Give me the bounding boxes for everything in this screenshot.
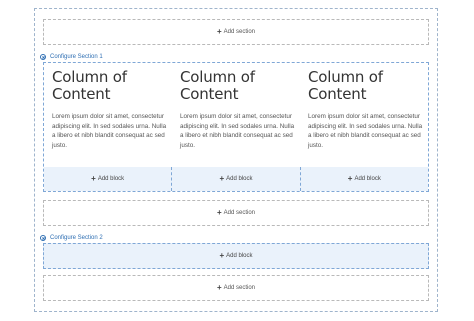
add-block-button-column-1[interactable]: + Add block	[44, 167, 173, 191]
add-block-label: Add block	[354, 176, 381, 182]
close-icon[interactable]	[40, 234, 46, 241]
add-section-label: Add section	[223, 210, 256, 216]
column-text: Lorem ipsum dolor sit amet, consectetur …	[308, 113, 423, 149]
add-section-label: Add section	[223, 29, 256, 35]
column-text: Lorem ipsum dolor sit amet, consectetur …	[180, 113, 295, 149]
plus-icon: +	[219, 174, 225, 183]
plus-icon: +	[216, 283, 222, 292]
add-block-button-section-2[interactable]: + Add block	[43, 243, 429, 269]
add-block-button-column-3[interactable]: + Add block	[300, 167, 428, 191]
column-title: Column of Content	[308, 68, 383, 103]
column-title: Column of Content	[180, 68, 255, 103]
section-1-add-blocks: + Add block + Add block + Add block	[44, 167, 428, 191]
plus-icon: +	[216, 208, 222, 217]
configure-section-1[interactable]: Configure Section 1	[40, 52, 103, 61]
add-section-label: Add section	[223, 285, 256, 291]
plus-icon: +	[91, 174, 96, 183]
column-1: Column of Content Lorem ipsum dolor sit …	[44, 63, 172, 167]
add-block-label: Add block	[226, 253, 253, 259]
close-icon[interactable]	[40, 53, 46, 60]
column-2: Column of Content Lorem ipsum dolor sit …	[172, 63, 300, 167]
column-text: Lorem ipsum dolor sit amet, consectetur …	[52, 113, 167, 149]
add-section-button-top[interactable]: + Add section	[43, 19, 429, 45]
column-title: Column of Content	[52, 68, 127, 103]
plus-icon: +	[216, 27, 222, 36]
add-block-label: Add block	[97, 176, 125, 182]
add-section-button-middle[interactable]: + Add section	[43, 200, 429, 226]
add-section-button-bottom[interactable]: + Add section	[43, 275, 429, 301]
configure-section-2[interactable]: Configure Section 2	[40, 233, 103, 242]
column-3: Column of Content Lorem ipsum dolor sit …	[300, 63, 428, 167]
plus-icon: +	[347, 174, 353, 183]
add-block-label: Add block	[226, 176, 253, 182]
plus-icon: +	[219, 251, 225, 260]
section-1: Column of Content Lorem ipsum dolor sit …	[43, 62, 429, 192]
section-1-columns: Column of Content Lorem ipsum dolor sit …	[44, 63, 428, 167]
configure-section-2-label[interactable]: Configure Section 2	[50, 235, 103, 241]
add-block-button-column-2[interactable]: + Add block	[172, 167, 301, 191]
configure-section-1-label[interactable]: Configure Section 1	[50, 54, 103, 60]
